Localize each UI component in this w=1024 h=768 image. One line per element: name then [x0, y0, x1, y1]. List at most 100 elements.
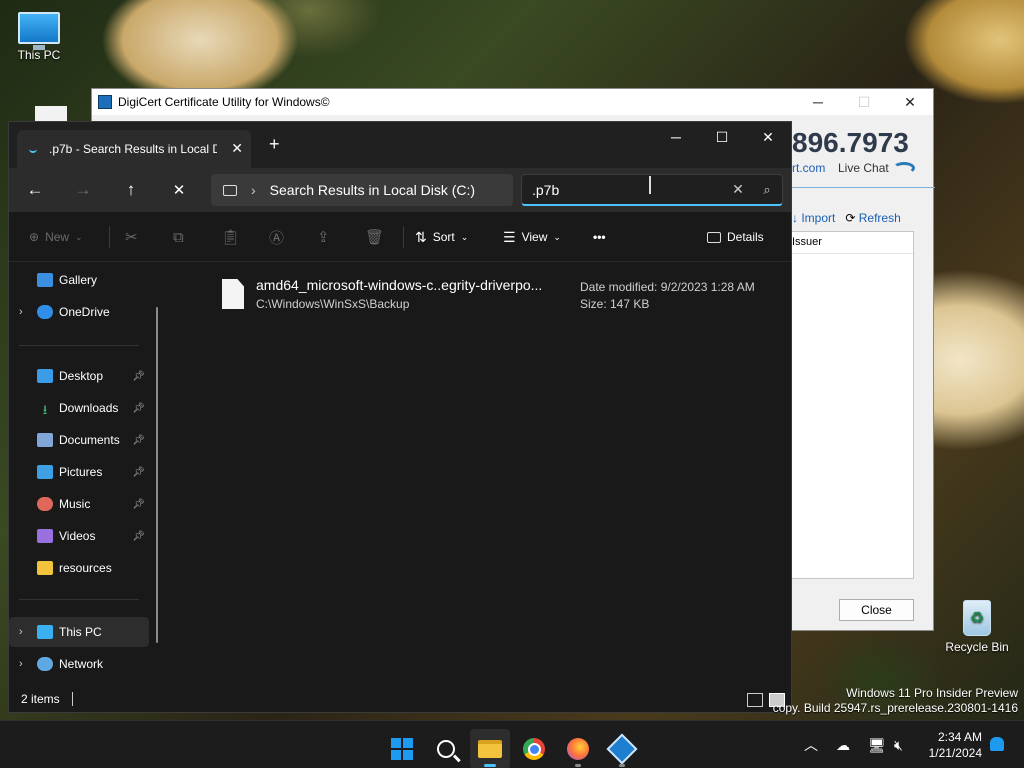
view-label: View: [521, 230, 548, 244]
copy-button[interactable]: ⧉: [173, 226, 184, 248]
new-tab-button[interactable]: +: [269, 134, 280, 155]
tab-bar: .p7b - Search Results in Local Disk ✕ + …: [9, 122, 791, 168]
sidebar-item-label: Desktop: [59, 369, 104, 383]
desktop-icon: [37, 369, 53, 383]
minimize-button[interactable]: ─: [795, 89, 841, 115]
address-bar[interactable]: › Search Results in Local Disk (C:): [211, 174, 513, 206]
close-tab-icon[interactable]: ✕: [231, 140, 243, 157]
pin-icon[interactable]: 📌︎: [132, 531, 145, 542]
maximize-button[interactable]: ☐: [699, 122, 745, 152]
details-pane-button[interactable]: Details: [707, 226, 764, 248]
windows-logo-icon: [391, 738, 413, 760]
cut-button[interactable]: ✂: [125, 226, 138, 248]
sidebar-item-label: Music: [59, 497, 91, 511]
taskbar-digicert[interactable]: [602, 729, 642, 768]
pin-icon[interactable]: 📌︎: [132, 403, 145, 414]
sidebar-item-gallery[interactable]: Gallery: [9, 265, 149, 295]
sidebar-item-network[interactable]: › Network: [9, 649, 149, 679]
minimize-button[interactable]: ─: [653, 122, 699, 152]
sidebar-item-onedrive[interactable]: › OneDrive: [9, 297, 149, 327]
chevron-right-icon[interactable]: ›: [19, 658, 33, 670]
sidebar-item-label: Network: [59, 657, 104, 671]
file-date-modified: Date modified: 9/2/2023 1:28 AM: [580, 280, 755, 294]
text-cursor-icon: [649, 176, 651, 194]
view-button[interactable]: ☰ View ⌄: [503, 226, 561, 248]
up-button[interactable]: ↑: [115, 176, 147, 204]
chevron-right-icon[interactable]: ›: [19, 626, 33, 638]
sidebar-item-music[interactable]: Music 📌︎: [9, 489, 149, 519]
search-box[interactable]: .p7b ✕ ⌕: [521, 174, 783, 206]
digicert-close-button[interactable]: Close: [839, 599, 914, 621]
item-count: 2 items: [21, 692, 60, 706]
network-tray-icon[interactable]: 🖥︎: [868, 721, 886, 768]
sidebar-item-videos[interactable]: Videos 📌︎: [9, 521, 149, 551]
sidebar-item-label: resources: [59, 561, 112, 575]
sidebar-scrollbar[interactable]: [156, 307, 158, 643]
sidebar-item-label: Documents: [59, 433, 120, 447]
chevron-right-icon[interactable]: ›: [19, 306, 33, 318]
refresh-button[interactable]: ⟳ Refresh: [845, 211, 900, 225]
taskbar-file-explorer[interactable]: [470, 729, 510, 768]
chevron-up-icon: ︿: [804, 737, 818, 753]
sort-button[interactable]: ⇅ Sort ⌄: [415, 226, 468, 248]
paste-button[interactable]: 📋︎: [221, 226, 240, 248]
sidebar-item-documents[interactable]: Documents 📌︎: [9, 425, 149, 455]
pin-icon[interactable]: 📌︎: [132, 435, 145, 446]
pin-icon[interactable]: 📌︎: [132, 371, 145, 382]
running-indicator: [619, 764, 625, 767]
stop-search-button[interactable]: ✕: [163, 176, 195, 204]
issuer-column-header[interactable]: Issuer: [792, 232, 913, 254]
rename-button[interactable]: Ⓐ: [269, 226, 284, 248]
share-button[interactable]: ⇪: [317, 226, 330, 248]
live-chat-link[interactable]: Live Chat: [838, 161, 915, 175]
firefox-icon: [567, 738, 589, 760]
show-hidden-icons-button[interactable]: ︿: [804, 721, 818, 768]
list-item[interactable]: amd64_microsoft-windows-c..egrity-driver…: [218, 277, 778, 317]
search-icon[interactable]: ⌕: [752, 182, 782, 198]
digicert-toolbar: ↓ Import ⟳ Refresh: [792, 211, 901, 225]
taskbar: ︿ ☁ 🖥︎ 🔇︎ 2:34 AM 1/21/2024: [0, 720, 1024, 768]
chevron-right-icon[interactable]: ›: [251, 182, 256, 198]
delete-button[interactable]: 🗑︎: [365, 226, 384, 248]
sort-label: Sort: [432, 230, 455, 244]
pin-icon[interactable]: 📌︎: [132, 499, 145, 510]
volume-tray-icon[interactable]: 🔇︎: [894, 721, 903, 768]
sidebar-item-desktop[interactable]: Desktop 📌︎: [9, 361, 149, 391]
pin-icon[interactable]: 📌︎: [132, 467, 145, 478]
clock[interactable]: 2:34 AM 1/21/2024: [929, 729, 982, 761]
more-options-button[interactable]: •••: [593, 226, 606, 248]
sidebar-item-this-pc[interactable]: › This PC: [9, 617, 149, 647]
import-button[interactable]: ↓ Import: [792, 211, 835, 225]
desktop-icon-this-pc[interactable]: This PC: [4, 12, 74, 62]
close-window-button[interactable]: ✕: [887, 89, 933, 115]
digicert-title: DigiCert Certificate Utility for Windows…: [118, 95, 330, 109]
desktop-icon-recycle-bin[interactable]: ♻ Recycle Bin: [942, 600, 1012, 654]
refresh-label: Refresh: [858, 211, 901, 225]
back-button[interactable]: ←: [19, 176, 51, 204]
taskbar-search-button[interactable]: [426, 729, 466, 768]
watermark-line-2: copy. Build 25947.rs_prerelease.230801-1…: [772, 701, 1018, 715]
certificate-list[interactable]: Issuer: [792, 231, 914, 579]
taskbar-firefox[interactable]: [558, 729, 598, 768]
forward-button[interactable]: →: [67, 176, 99, 204]
onedrive-tray-icon[interactable]: ☁: [836, 721, 850, 768]
details-label: Details: [727, 230, 764, 244]
search-input[interactable]: .p7b: [532, 182, 724, 198]
taskbar-chrome[interactable]: [514, 729, 554, 768]
clear-search-icon[interactable]: ✕: [724, 181, 752, 198]
sidebar-item-resources[interactable]: resources: [9, 553, 149, 583]
notification-bell-icon[interactable]: [990, 737, 1004, 751]
close-window-button[interactable]: ✕: [745, 122, 791, 152]
cloud-icon: [37, 305, 53, 319]
clock-time: 2:34 AM: [937, 730, 982, 744]
active-indicator: [484, 764, 496, 767]
sidebar-item-pictures[interactable]: Pictures 📌︎: [9, 457, 149, 487]
start-button[interactable]: [382, 729, 422, 768]
chrome-icon: [523, 738, 545, 760]
sidebar-item-downloads[interactable]: ⭳ Downloads 📌︎: [9, 393, 149, 423]
details-view-icon[interactable]: [747, 693, 763, 707]
digicert-website-link[interactable]: rt.com: [792, 161, 825, 175]
new-button[interactable]: ⊕ New ⌄: [29, 226, 83, 248]
tab-search-results[interactable]: .p7b - Search Results in Local Disk ✕: [17, 130, 251, 168]
maximize-button[interactable]: ☐: [841, 89, 887, 115]
